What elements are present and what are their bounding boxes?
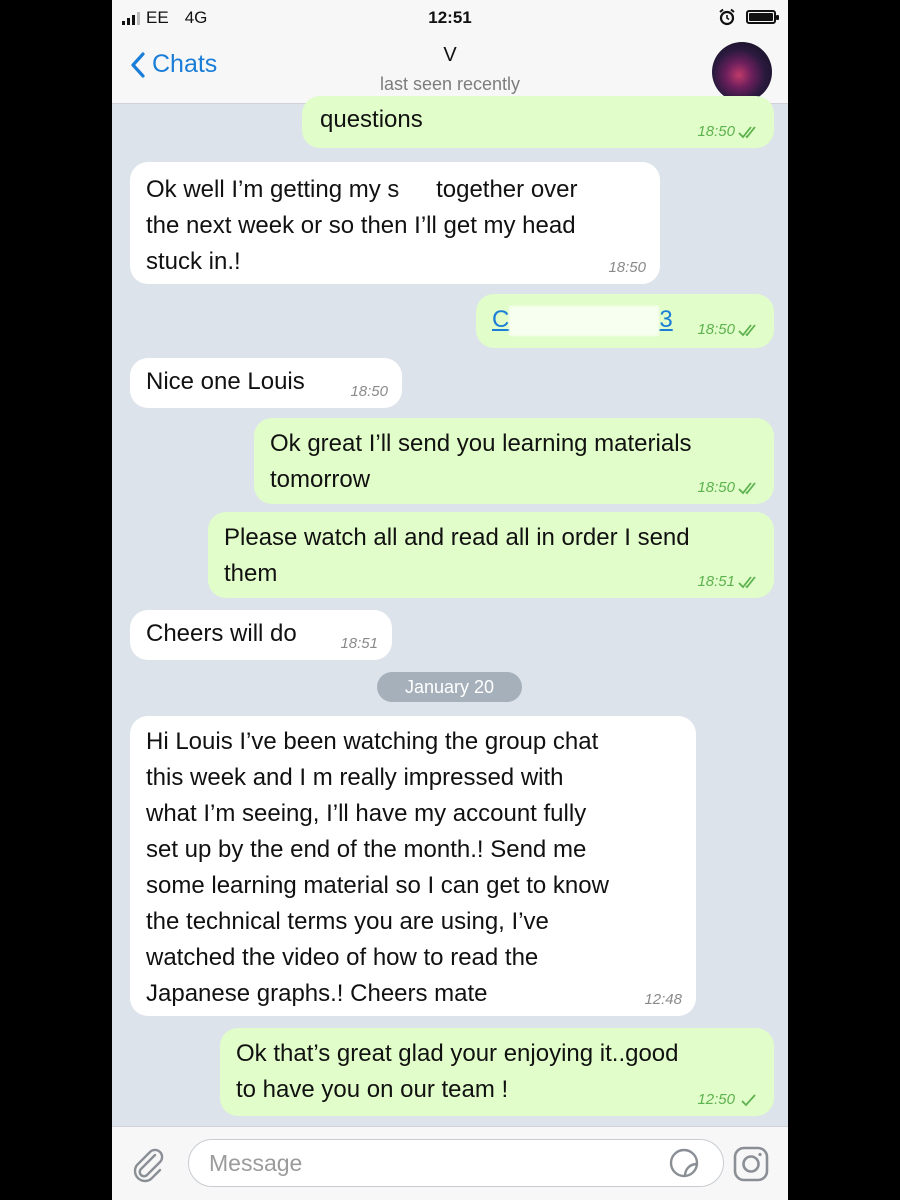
message-meta: 12:48 xyxy=(644,992,682,1008)
back-label: Chats xyxy=(152,50,218,78)
message-time: 18:50 xyxy=(697,321,735,338)
message-incoming[interactable]: Ok well I’m getting my s together over t… xyxy=(130,162,660,284)
message-text: questions xyxy=(320,106,423,133)
message-outgoing[interactable]: Ok great I’ll send you learning material… xyxy=(254,418,774,504)
message-meta: 18:50 xyxy=(697,322,760,338)
message-incoming[interactable]: Hi Louis I’ve been watching the group ch… xyxy=(130,716,696,1016)
message-line: Please watch all and read all in order I… xyxy=(224,524,690,551)
message-meta: 18:50 xyxy=(697,480,760,496)
message-meta: 18:50 xyxy=(608,260,646,276)
message-line: Japanese graphs.! Cheers mate xyxy=(146,980,488,1007)
double-check-icon xyxy=(738,576,756,589)
message-time: 18:50 xyxy=(697,479,735,496)
message-line: the next week or so then I’ll get my hea… xyxy=(146,212,576,239)
message-time: 18:51 xyxy=(340,635,378,652)
message-meta: 18:50 xyxy=(697,124,760,140)
battery-icon xyxy=(746,10,779,24)
clock: 12:51 xyxy=(428,8,472,27)
message-line: to have you on our team ! xyxy=(236,1076,509,1103)
chat-header: Chats V last seen recently xyxy=(112,36,788,104)
double-check-icon xyxy=(738,324,756,337)
message-text-part: together over xyxy=(436,176,578,203)
message-outgoing[interactable]: Ok that’s great glad your enjoying it..g… xyxy=(220,1028,774,1116)
paperclip-icon[interactable] xyxy=(128,1145,168,1185)
message-line: what I’m seeing, I’ll have my account fu… xyxy=(146,800,587,827)
message-meta: 18:51 xyxy=(340,636,378,652)
message-line: stuck in.! xyxy=(146,248,241,275)
message-outgoing[interactable]: Please watch all and read all in order I… xyxy=(208,512,774,598)
single-check-icon xyxy=(741,1094,756,1107)
message-meta: 18:51 xyxy=(697,574,760,590)
last-seen-status: last seen recently xyxy=(379,74,521,94)
message-time: 12:50 xyxy=(697,1091,735,1108)
contact-avatar[interactable] xyxy=(712,42,772,102)
message-time: 18:50 xyxy=(350,383,388,400)
message-line: set up by the end of the month.! Send me xyxy=(146,836,587,863)
message-time: 18:50 xyxy=(697,123,735,140)
message-time: 12:48 xyxy=(644,991,682,1008)
message-outgoing[interactable]: C 3 18:50 xyxy=(476,294,774,348)
message-line: the technical terms you are using, I’ve xyxy=(146,908,549,935)
status-right xyxy=(718,8,779,26)
phone-screen: EE 4G 12:51 Chats V last seen recently q… xyxy=(112,0,788,1200)
status-bar: EE 4G 12:51 xyxy=(112,0,788,36)
redacted-text xyxy=(399,175,430,206)
date-separator: January 20 xyxy=(377,672,522,702)
alarm-icon xyxy=(719,8,735,26)
sticker-icon[interactable] xyxy=(668,1147,700,1179)
message-line: this week and I m really impressed with xyxy=(146,764,564,791)
message-line: Ok that’s great glad your enjoying it..g… xyxy=(236,1040,679,1067)
message-outgoing[interactable]: questions 18:50 xyxy=(302,96,774,148)
message-incoming[interactable]: Cheers will do 18:51 xyxy=(130,610,392,660)
link-text-part: 3 xyxy=(659,306,673,333)
message-line: some learning material so I can get to k… xyxy=(146,872,609,899)
message-time: 18:50 xyxy=(608,259,646,276)
message-line: Ok great I’ll send you learning material… xyxy=(270,430,692,457)
composer-bar xyxy=(112,1126,788,1200)
message-input[interactable] xyxy=(188,1139,724,1187)
message-incoming[interactable]: Nice one Louis 18:50 xyxy=(130,358,402,408)
chevron-left-icon xyxy=(131,51,145,78)
camera-icon[interactable] xyxy=(732,1145,770,1183)
message-meta: 12:50 xyxy=(697,1092,760,1108)
message-line: Hi Louis I’ve been watching the group ch… xyxy=(146,728,599,755)
back-button[interactable]: Chats xyxy=(130,50,217,79)
message-time: 18:51 xyxy=(697,573,735,590)
message-line: them xyxy=(224,560,278,587)
link-text-part: C xyxy=(492,306,510,333)
contact-name[interactable]: V xyxy=(312,44,588,67)
message-line: Ok well I’m getting my s together over xyxy=(146,172,644,208)
double-check-icon xyxy=(738,482,756,495)
chat-history[interactable]: questions 18:50 Ok well I’m getting my s… xyxy=(112,96,788,1126)
double-check-icon xyxy=(738,126,756,139)
message-line: watched the video of how to read the xyxy=(146,944,539,971)
redacted-text xyxy=(509,305,660,336)
message-text-part: Ok well I’m getting my s xyxy=(146,176,400,203)
message-meta: 18:50 xyxy=(350,384,388,400)
message-line: tomorrow xyxy=(270,466,371,493)
